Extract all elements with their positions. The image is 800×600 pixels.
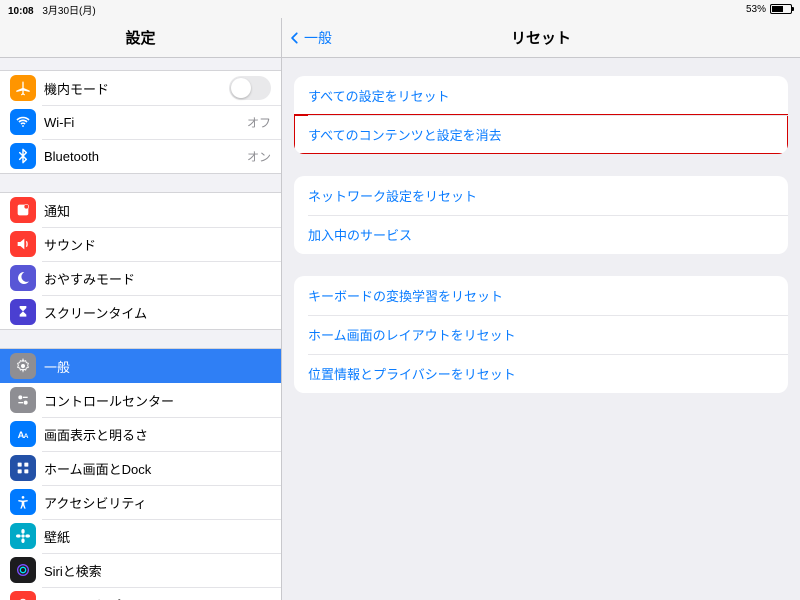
sidebar-item-label: Bluetooth	[44, 149, 241, 164]
sidebar-item-label: アクセシビリティ	[44, 493, 271, 512]
reset-location-privacy[interactable]: 位置情報とプライバシーをリセット	[294, 354, 788, 393]
sidebar-item-label: Touch IDとパスコード	[44, 595, 271, 600]
sidebar-item-label: サウンド	[44, 235, 271, 254]
reset-keyboard[interactable]: キーボードの変換学習をリセット	[294, 276, 788, 315]
gear-icon	[10, 353, 36, 379]
wifi-status: オフ	[247, 114, 271, 131]
sidebar-item-screentime[interactable]: スクリーンタイム	[0, 295, 281, 329]
wifi-icon	[10, 109, 36, 135]
sidebar-item-label: 機内モード	[44, 79, 229, 98]
reset-card-1: すべての設定をリセット すべてのコンテンツと設定を消去	[294, 76, 788, 154]
back-label: 一般	[304, 28, 332, 48]
airplane-toggle[interactable]	[229, 76, 271, 100]
status-time: 10:08	[8, 6, 34, 17]
sidebar-item-accessibility[interactable]: アクセシビリティ	[0, 485, 281, 519]
detail-pane: 一般 リセット すべての設定をリセット すべてのコンテンツと設定を消去 ネットワ…	[282, 18, 800, 600]
sidebar-item-wifi[interactable]: Wi-Fi オフ	[0, 105, 281, 139]
battery-icon	[770, 4, 792, 14]
reset-all-settings[interactable]: すべての設定をリセット	[294, 76, 788, 115]
erase-all-content[interactable]: すべてのコンテンツと設定を消去	[294, 115, 788, 154]
sidebar-group-connectivity: 機内モード Wi-Fi オフ	[0, 70, 281, 174]
sidebar-item-dnd[interactable]: おやすみモード	[0, 261, 281, 295]
sidebar-item-label: 一般	[44, 357, 271, 376]
bluetooth-status: オン	[247, 148, 271, 165]
sidebar-item-label: スクリーンタイム	[44, 303, 271, 322]
settings-sidebar: 設定 機内モード	[0, 18, 282, 600]
sidebar-item-label: Wi-Fi	[44, 115, 241, 130]
back-button[interactable]: 一般	[288, 18, 332, 57]
notifications-icon	[10, 197, 36, 223]
sidebar-item-label: 壁紙	[44, 527, 271, 546]
sidebar-item-label: 画面表示と明るさ	[44, 425, 271, 444]
sidebar-item-label: ホーム画面とDock	[44, 459, 271, 478]
detail-body: すべての設定をリセット すべてのコンテンツと設定を消去 ネットワーク設定をリセッ…	[282, 58, 800, 411]
accessibility-icon	[10, 489, 36, 515]
grid-icon	[10, 455, 36, 481]
moon-icon	[10, 265, 36, 291]
status-date: 3月30日(月)	[42, 6, 95, 17]
sidebar-header: 設定	[0, 18, 281, 58]
reset-network[interactable]: ネットワーク設定をリセット	[294, 176, 788, 215]
sidebar-item-sounds[interactable]: サウンド	[0, 227, 281, 261]
sidebar-group-system: 一般 コントロールセンター AA 画面表示と明るさ	[0, 348, 281, 600]
sidebar-item-control-center[interactable]: コントロールセンター	[0, 383, 281, 417]
textsize-icon: AA	[10, 421, 36, 447]
device-frame: 10:08 3月30日(月) 53% 設定	[0, 0, 800, 600]
sidebar-group-attention: 通知 サウンド おやすみモード	[0, 192, 281, 330]
detail-header: 一般 リセット	[282, 18, 800, 58]
sidebar-item-display[interactable]: AA 画面表示と明るさ	[0, 417, 281, 451]
sounds-icon	[10, 231, 36, 257]
detail-title: リセット	[511, 27, 571, 48]
statusbar-right: 53%	[746, 4, 792, 15]
switches-icon	[10, 387, 36, 413]
reset-card-2: ネットワーク設定をリセット 加入中のサービス	[294, 176, 788, 254]
sidebar-item-label: コントロールセンター	[44, 391, 271, 410]
sidebar-item-label: おやすみモード	[44, 269, 271, 288]
hourglass-icon	[10, 299, 36, 325]
sidebar-item-airplane[interactable]: 機内モード	[0, 71, 281, 105]
subscribed-services[interactable]: 加入中のサービス	[294, 215, 788, 254]
sidebar-title: 設定	[125, 27, 155, 48]
statusbar-left: 10:08 3月30日(月)	[8, 2, 96, 17]
sidebar-item-label: 通知	[44, 201, 271, 220]
sidebar-item-notifications[interactable]: 通知	[0, 193, 281, 227]
flower-icon	[10, 523, 36, 549]
reset-home-layout[interactable]: ホーム画面のレイアウトをリセット	[294, 315, 788, 354]
sidebar-item-touchid[interactable]: Touch IDとパスコード	[0, 587, 281, 600]
status-bar: 10:08 3月30日(月) 53%	[0, 0, 800, 18]
reset-card-3: キーボードの変換学習をリセット ホーム画面のレイアウトをリセット 位置情報とプラ…	[294, 276, 788, 393]
sidebar-item-home-dock[interactable]: ホーム画面とDock	[0, 451, 281, 485]
airplane-icon	[10, 75, 36, 101]
svg-text:A: A	[24, 433, 29, 440]
fingerprint-icon	[10, 591, 36, 600]
sidebar-item-label: Siriと検索	[44, 561, 271, 580]
chevron-left-icon	[288, 31, 302, 45]
siri-icon	[10, 557, 36, 583]
sidebar-item-wallpaper[interactable]: 壁紙	[0, 519, 281, 553]
sidebar-item-general[interactable]: 一般	[0, 349, 281, 383]
battery-percent: 53%	[746, 4, 766, 15]
sidebar-item-siri[interactable]: Siriと検索	[0, 553, 281, 587]
sidebar-item-bluetooth[interactable]: Bluetooth オン	[0, 139, 281, 173]
bluetooth-icon	[10, 143, 36, 169]
